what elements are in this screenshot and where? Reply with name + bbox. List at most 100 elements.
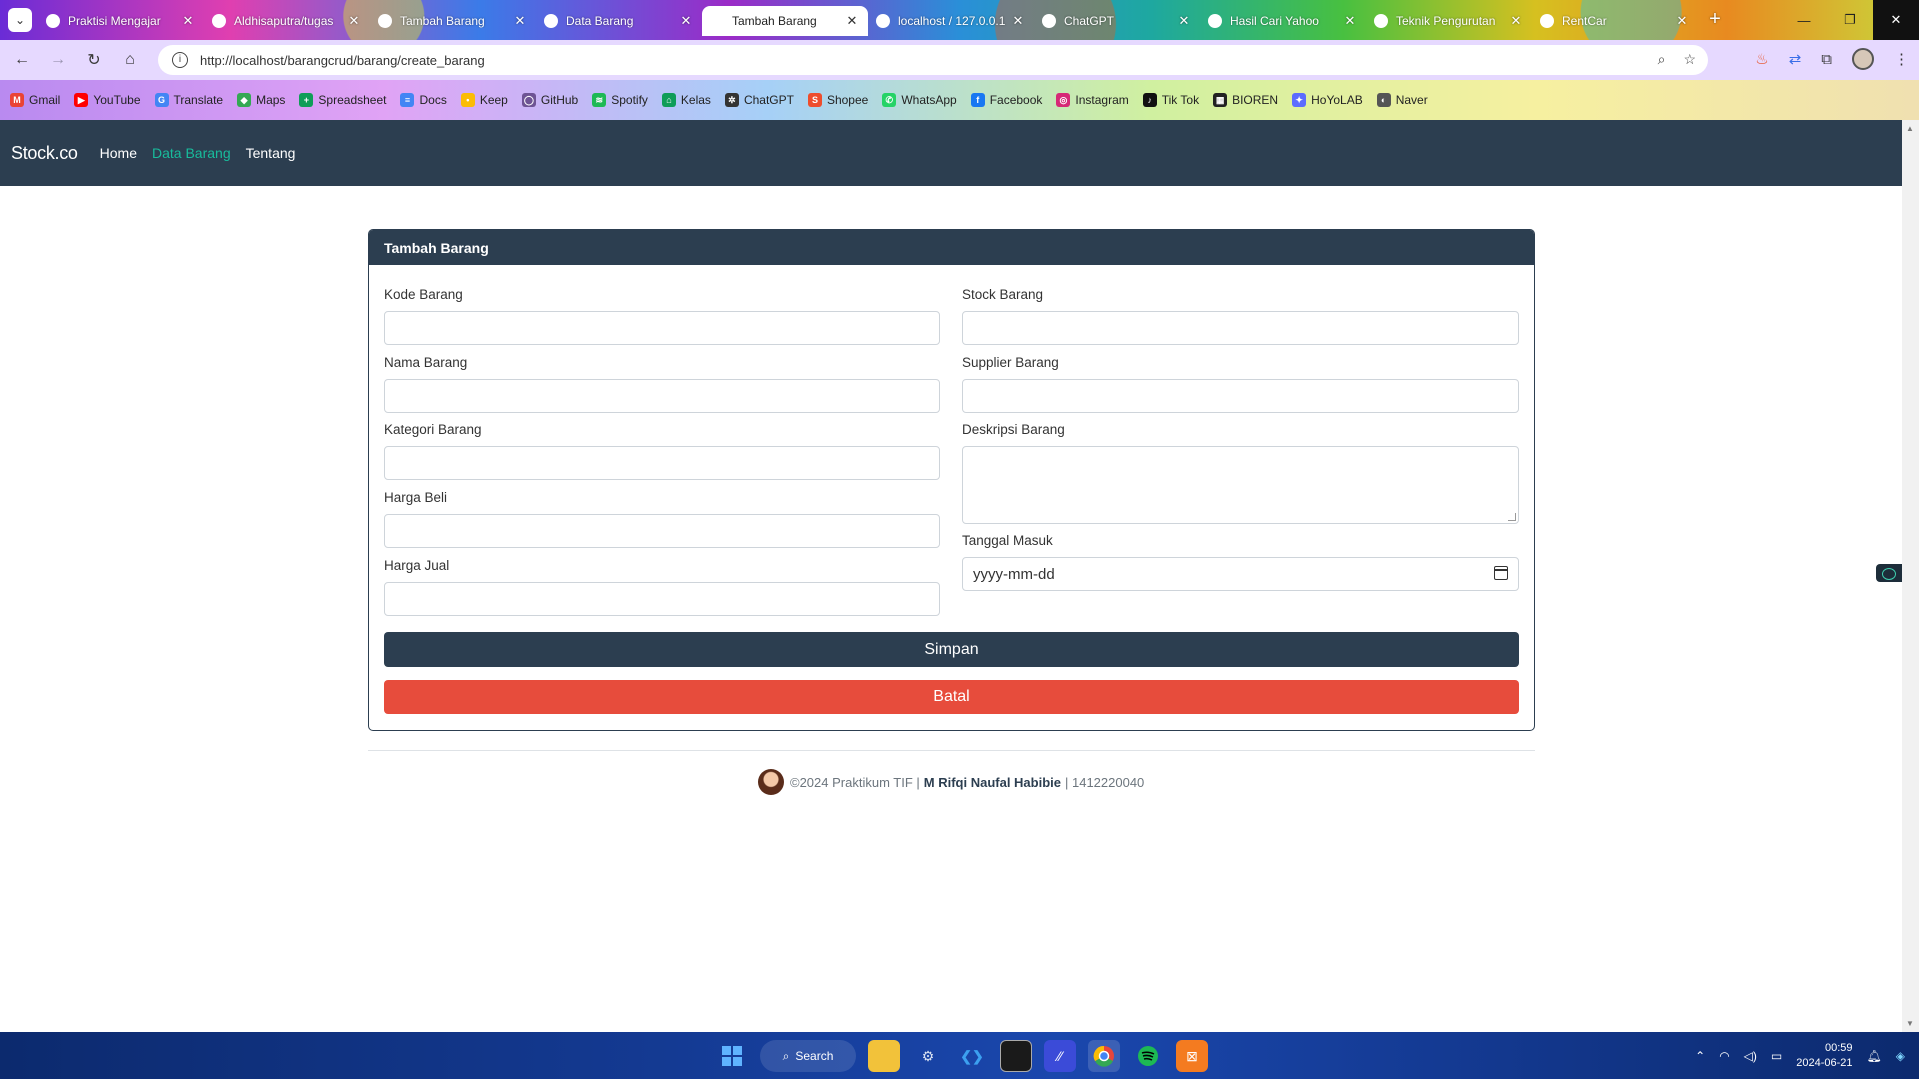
nama-barang-input[interactable] [384, 379, 940, 413]
minimize-button[interactable]: — [1781, 0, 1827, 40]
tab-search-button[interactable]: ⌄ [8, 8, 32, 32]
browser-tab[interactable]: Teknik Pengurutan ✕ [1366, 6, 1532, 36]
windows-start-icon[interactable] [716, 1040, 748, 1072]
notification-bell-icon[interactable]: 🔔︎ [1867, 1049, 1882, 1063]
close-icon[interactable]: ✕ [512, 13, 528, 29]
translate-extension-icon[interactable]: ⇄ [1789, 50, 1802, 68]
supplier-barang-input[interactable] [962, 379, 1519, 413]
extension-fire-icon[interactable]: ♨ [1755, 50, 1768, 68]
scroll-down-icon[interactable]: ▼ [1906, 1019, 1914, 1028]
browser-tab[interactable]: Data Barang ✕ [536, 6, 702, 36]
extensions-puzzle-icon[interactable]: ⧉ [1821, 51, 1832, 68]
close-icon[interactable]: ✕ [1508, 13, 1524, 29]
browser-tab[interactable]: Praktisi Mengajar ✕ [38, 6, 204, 36]
restore-button[interactable]: ❐ [1827, 0, 1873, 40]
nav-data-barang[interactable]: Data Barang [152, 145, 231, 161]
bookmark-item[interactable]: ✆ WhatsApp [882, 93, 957, 107]
site-brand[interactable]: Stock.co [11, 143, 78, 164]
new-tab-button[interactable]: + [1703, 8, 1727, 32]
close-icon[interactable]: ✕ [1176, 13, 1192, 29]
stock-barang-input[interactable] [962, 311, 1519, 345]
profile-avatar[interactable] [1852, 48, 1874, 70]
vscode-icon[interactable]: ❮❯ [956, 1040, 988, 1072]
bookmark-item[interactable]: M Gmail [10, 93, 60, 107]
card-title: Tambah Barang [369, 230, 1534, 265]
copilot-icon[interactable]: ◈ [1896, 1049, 1905, 1063]
bookmark-item[interactable]: ⌂ Kelas [661, 93, 711, 107]
codeblocks-icon[interactable]: ⁄⁄ [1044, 1040, 1076, 1072]
browser-tab[interactable]: ChatGPT ✕ [1034, 6, 1200, 36]
battery-icon[interactable]: ▭ [1771, 1049, 1782, 1063]
volume-icon[interactable]: ◁) [1744, 1049, 1757, 1063]
calendar-icon[interactable] [1494, 566, 1508, 580]
browser-tab-active[interactable]: Tambah Barang ✕ [702, 6, 868, 36]
bookmark-item[interactable]: ≋ Spotify [592, 93, 648, 107]
page-scrollbar[interactable]: ▲ ▼ [1902, 120, 1919, 1032]
arrow-right-icon: → [50, 51, 66, 68]
bookmark-item[interactable]: ♪ Tik Tok [1142, 93, 1199, 107]
simpan-button[interactable]: Simpan [384, 632, 1519, 667]
bookmark-item[interactable]: ◯ GitHub [521, 93, 578, 107]
bookmark-item[interactable]: f Facebook [970, 93, 1042, 107]
bookmark-item[interactable]: ✲ ChatGPT [724, 93, 794, 107]
bookmark-item[interactable]: ▶ YouTube [74, 93, 141, 107]
close-icon[interactable]: ✕ [844, 13, 860, 29]
harga-beli-input[interactable] [384, 514, 940, 548]
bookmark-item[interactable]: + Spreadsheet [299, 93, 386, 107]
zoom-icon[interactable]: ⌕ [1658, 51, 1666, 68]
bookmarks-bar: M Gmail ▶ YouTube G Translate ◆ Maps + Spreadshee… [0, 80, 1919, 120]
scroll-up-icon[interactable]: ▲ [1906, 124, 1914, 133]
taskbar-clock[interactable]: 00:59 2024-06-21 [1796, 1041, 1852, 1071]
close-icon[interactable]: ✕ [1674, 13, 1690, 29]
forward-button[interactable]: → [40, 44, 76, 76]
home-button[interactable]: ⌂ [112, 44, 148, 76]
bookmark-item[interactable]: ≡ Docs [400, 93, 447, 107]
nav-tentang[interactable]: Tentang [246, 145, 296, 161]
browser-tab[interactable]: RentCar ✕ [1532, 6, 1698, 36]
kategori-barang-input[interactable] [384, 446, 940, 480]
bookmark-item[interactable]: G Translate [154, 93, 223, 107]
close-window-button[interactable]: ✕ [1873, 0, 1919, 40]
kode-barang-input[interactable] [384, 311, 940, 345]
harga-jual-input[interactable] [384, 582, 940, 616]
chevron-up-icon[interactable]: ⌃ [1695, 1049, 1705, 1063]
browser-tab[interactable]: Tambah Barang ✕ [370, 6, 536, 36]
spotify-icon[interactable] [1132, 1040, 1164, 1072]
site-info-icon[interactable]: i [172, 52, 188, 68]
nav-home[interactable]: Home [100, 145, 137, 161]
bookmark-item[interactable]: ✦ HoYoLAB [1292, 93, 1363, 107]
settings-gear-icon[interactable]: ⚙ [912, 1040, 944, 1072]
back-button[interactable]: ← [4, 44, 40, 76]
terminal-icon[interactable] [1000, 1040, 1032, 1072]
url-text[interactable]: http://localhost/barangcrud/barang/creat… [200, 53, 485, 68]
chrome-icon[interactable] [1088, 1040, 1120, 1072]
close-icon[interactable]: ✕ [678, 13, 694, 29]
menu-kebab-icon[interactable]: ⋮ [1894, 50, 1909, 68]
bookmark-item[interactable]: ▦ BIOREN [1213, 93, 1278, 107]
bookmark-item[interactable]: ◆ Maps [237, 93, 285, 107]
batal-button[interactable]: Batal [384, 680, 1519, 714]
system-tray: ⌃ ◠ ◁) ▭ 00:59 2024-06-21 🔔︎ ◈ [1695, 1032, 1905, 1079]
chatgpt-icon [1042, 14, 1056, 28]
browser-tab[interactable]: localhost / 127.0.0.1 ✕ [868, 6, 1034, 36]
deskripsi-barang-textarea[interactable] [962, 446, 1519, 524]
tanggal-masuk-input[interactable]: yyyy-mm-dd [962, 557, 1519, 591]
close-icon[interactable]: ✕ [180, 13, 196, 29]
bookmark-item[interactable]: ◐ Naver [1376, 93, 1428, 107]
xampp-icon[interactable]: ⊠ [1176, 1040, 1208, 1072]
bookmark-item[interactable]: S Shopee [807, 93, 868, 107]
close-icon[interactable]: ✕ [346, 13, 362, 29]
address-bar[interactable]: i http://localhost/barangcrud/barang/cre… [158, 45, 1708, 75]
side-extension-widget[interactable] [1876, 564, 1902, 582]
browser-tab[interactable]: Hasil Cari Yahoo ✕ [1200, 6, 1366, 36]
browser-tab[interactable]: Aldhisaputra/tugas ✕ [204, 6, 370, 36]
taskbar-search[interactable]: ⌕ Search [760, 1040, 856, 1072]
close-icon[interactable]: ✕ [1342, 13, 1358, 29]
bookmark-item[interactable]: ◎ Instagram [1056, 93, 1129, 107]
close-icon[interactable]: ✕ [1010, 13, 1026, 29]
bookmark-star-icon[interactable]: ☆ [1683, 51, 1696, 68]
reload-button[interactable]: ↻ [76, 44, 112, 76]
file-explorer-icon[interactable] [868, 1040, 900, 1072]
wifi-icon[interactable]: ◠ [1719, 1049, 1729, 1063]
bookmark-item[interactable]: • Keep [460, 93, 508, 107]
